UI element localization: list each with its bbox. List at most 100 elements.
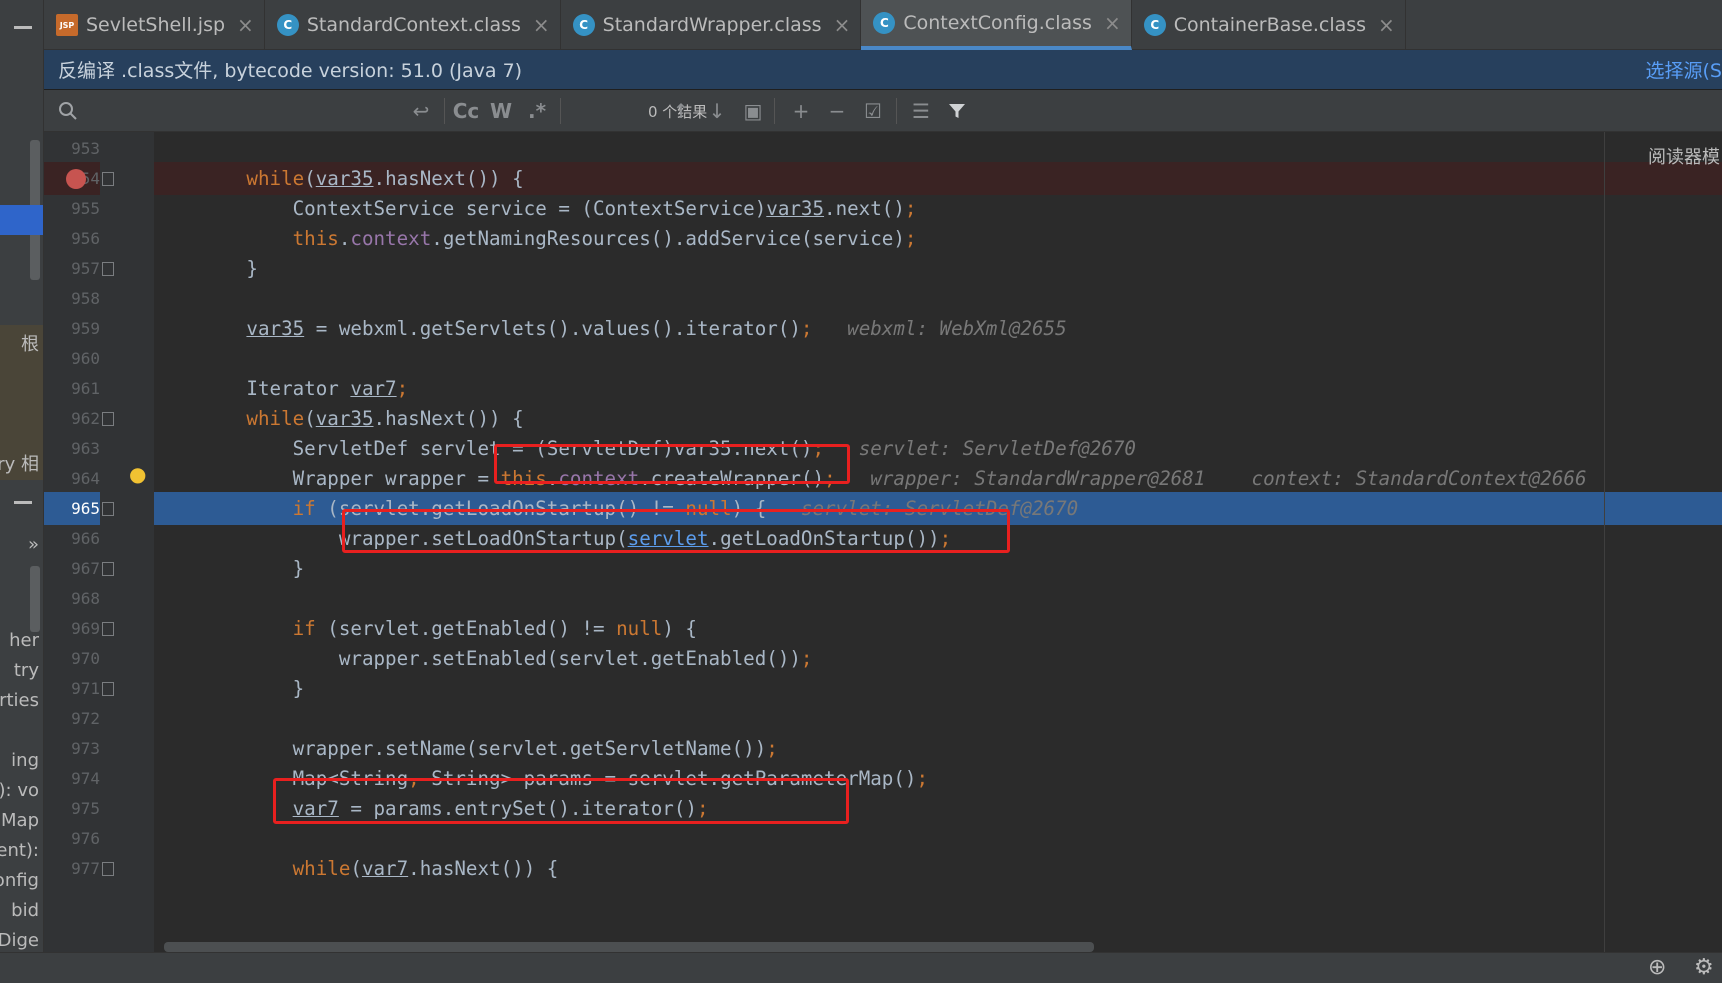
close-icon[interactable]: × <box>1378 13 1395 37</box>
line-number: 975 <box>71 799 100 818</box>
class-file-icon: C <box>276 14 299 36</box>
line-numbers: 953 954 955 956 957 958 959 960 961 962 … <box>0 132 154 952</box>
class-file-icon: C <box>1143 14 1166 36</box>
code-line[interactable]: ContextService service = (ContextService… <box>154 192 1722 225</box>
tab-label: ContextConfig.class <box>903 12 1092 34</box>
tab-standardcontext-class[interactable]: C StandardContext.class × <box>265 0 561 50</box>
choose-sources-link[interactable]: 选择源(S <box>1646 56 1722 83</box>
code-line[interactable]: while(var35.hasNext()) { <box>154 162 1722 195</box>
class-file-icon: C <box>572 14 595 36</box>
code-line[interactable] <box>154 822 1722 855</box>
collapse-icon[interactable] <box>14 26 32 29</box>
code-line[interactable]: wrapper.setLoadOnStartup(servlet.getLoad… <box>154 522 1722 555</box>
code-line[interactable]: wrapper.setEnabled(servlet.getEnabled())… <box>154 642 1722 675</box>
code-line[interactable]: while(var7.hasNext()) { <box>154 852 1722 885</box>
line-number: 963 <box>71 439 100 458</box>
select-all-occurrences-icon[interactable]: ▣ <box>736 90 770 132</box>
line-number: 962 <box>71 409 100 428</box>
code-line[interactable] <box>154 702 1722 735</box>
close-icon[interactable]: × <box>237 13 254 37</box>
line-number: 960 <box>71 349 100 368</box>
code-line[interactable] <box>154 132 1722 165</box>
decompiled-info-bar: 反编译 .class文件, bytecode version: 51.0 (Ja… <box>44 50 1722 90</box>
code-line[interactable] <box>154 282 1722 315</box>
line-number: 966 <box>71 529 100 548</box>
fold-icon[interactable] <box>102 412 114 426</box>
code-line[interactable]: if (servlet.getEnabled() != null) { <box>154 612 1722 645</box>
editor-tab-bar: JSP SevletShell.jsp × C StandardContext.… <box>44 0 1722 50</box>
code-line[interactable]: wrapper.setName(servlet.getServletName()… <box>154 732 1722 765</box>
code-line[interactable]: Iterator var7; <box>154 372 1722 405</box>
line-number: 959 <box>71 319 100 338</box>
select-occurrences-icon[interactable]: ☑ <box>856 90 890 132</box>
next-occurrence-icon[interactable]: ↓ <box>700 90 734 132</box>
inline-debug-value: servlet: ServletDef@2670 <box>800 497 1079 520</box>
find-toolbar: ↩ Cc W .* 0 个结果 ↑ ↓ ▣ + − ☑ ☰ <box>44 90 1722 132</box>
reader-mode-toggle[interactable]: 阅读器模 <box>1648 143 1720 169</box>
remove-occurrence-icon[interactable]: − <box>820 90 854 132</box>
current-execution-line[interactable]: if (servlet.getLoadOnStartup() != null) … <box>154 492 1722 525</box>
fold-icon[interactable] <box>102 862 114 876</box>
code-line[interactable]: Wrapper wrapper = this.context.createWra… <box>154 462 1722 495</box>
fold-icon[interactable] <box>102 262 114 276</box>
lightbulb-icon[interactable]: ● <box>129 462 146 486</box>
line-number: 961 <box>71 379 100 398</box>
line-number: 955 <box>71 199 100 218</box>
whole-words-button[interactable]: W <box>486 90 516 132</box>
code-line[interactable]: Map<String, String> params = servlet.get… <box>154 762 1722 795</box>
new-line-icon[interactable]: ↩ <box>404 90 438 132</box>
code-line[interactable]: this.context.getNamingResources().addSer… <box>154 222 1722 255</box>
jsp-file-icon: JSP <box>56 14 78 36</box>
tab-label: StandardContext.class <box>306 14 521 36</box>
code-line[interactable]: } <box>154 672 1722 705</box>
code-line[interactable]: var35 = webxml.getServlets().values().it… <box>154 312 1722 345</box>
line-number: 971 <box>71 679 100 698</box>
line-number: 968 <box>71 589 100 608</box>
inline-debug-value: webxml: WebXml@2655 <box>847 317 1067 340</box>
close-icon[interactable]: × <box>834 13 851 37</box>
fold-icon[interactable] <box>102 172 114 186</box>
fold-icon[interactable] <box>102 562 114 576</box>
regex-button[interactable]: .* <box>520 90 554 132</box>
gear-icon[interactable]: ⚙ <box>1694 955 1714 980</box>
line-number: 970 <box>71 649 100 668</box>
line-number: 977 <box>71 859 100 878</box>
tab-sevletshell-jsp[interactable]: JSP SevletShell.jsp × <box>44 0 265 50</box>
previous-occurrence-icon[interactable]: ↑ <box>664 90 698 132</box>
scrollbar-thumb[interactable] <box>164 942 1094 952</box>
add-occurrence-icon[interactable]: + <box>784 90 818 132</box>
search-icon[interactable] <box>50 90 86 132</box>
class-file-icon: C <box>873 12 896 34</box>
code-line[interactable]: var7 = params.entrySet().iterator(); <box>154 792 1722 825</box>
close-icon[interactable]: × <box>533 13 550 37</box>
filter-icon[interactable] <box>940 90 974 132</box>
tab-label: ContainerBase.class <box>1173 14 1367 36</box>
fold-icon[interactable] <box>102 502 114 516</box>
line-number: 965 <box>44 492 100 525</box>
status-bar: ⊕ ⚙ <box>0 952 1722 983</box>
fold-icon[interactable] <box>102 682 114 696</box>
code-line[interactable]: ServletDef servlet = (ServletDef)var35.n… <box>154 432 1722 465</box>
line-number: 974 <box>71 769 100 788</box>
close-icon[interactable]: × <box>1104 11 1121 35</box>
line-number: 973 <box>71 739 100 758</box>
tab-containerbase-class[interactable]: C ContainerBase.class × <box>1132 0 1406 50</box>
code-line[interactable]: } <box>154 552 1722 585</box>
decompiled-info-text: 反编译 .class文件, bytecode version: 51.0 (Ja… <box>58 60 523 82</box>
line-number: 956 <box>71 229 100 248</box>
horizontal-scrollbar[interactable] <box>154 942 1722 952</box>
code-editor[interactable]: while(var35.hasNext()) { ContextService … <box>154 132 1722 952</box>
tab-standardwrapper-class[interactable]: C StandardWrapper.class × <box>561 0 862 50</box>
inline-debug-value: context: StandardContext@2666 <box>1251 467 1587 490</box>
breakpoint-icon[interactable] <box>66 169 86 189</box>
crosshair-icon[interactable]: ⊕ <box>1648 955 1666 980</box>
code-line[interactable] <box>154 582 1722 615</box>
fold-icon[interactable] <box>102 622 114 636</box>
match-case-button[interactable]: Cc <box>450 90 482 132</box>
code-line[interactable] <box>154 342 1722 375</box>
code-line[interactable]: } <box>154 252 1722 285</box>
filter-lines-icon[interactable]: ☰ <box>904 90 938 132</box>
tab-contextconfig-class[interactable]: C ContextConfig.class × <box>861 0 1132 50</box>
line-number: 967 <box>71 559 100 578</box>
code-line[interactable]: while(var35.hasNext()) { <box>154 402 1722 435</box>
